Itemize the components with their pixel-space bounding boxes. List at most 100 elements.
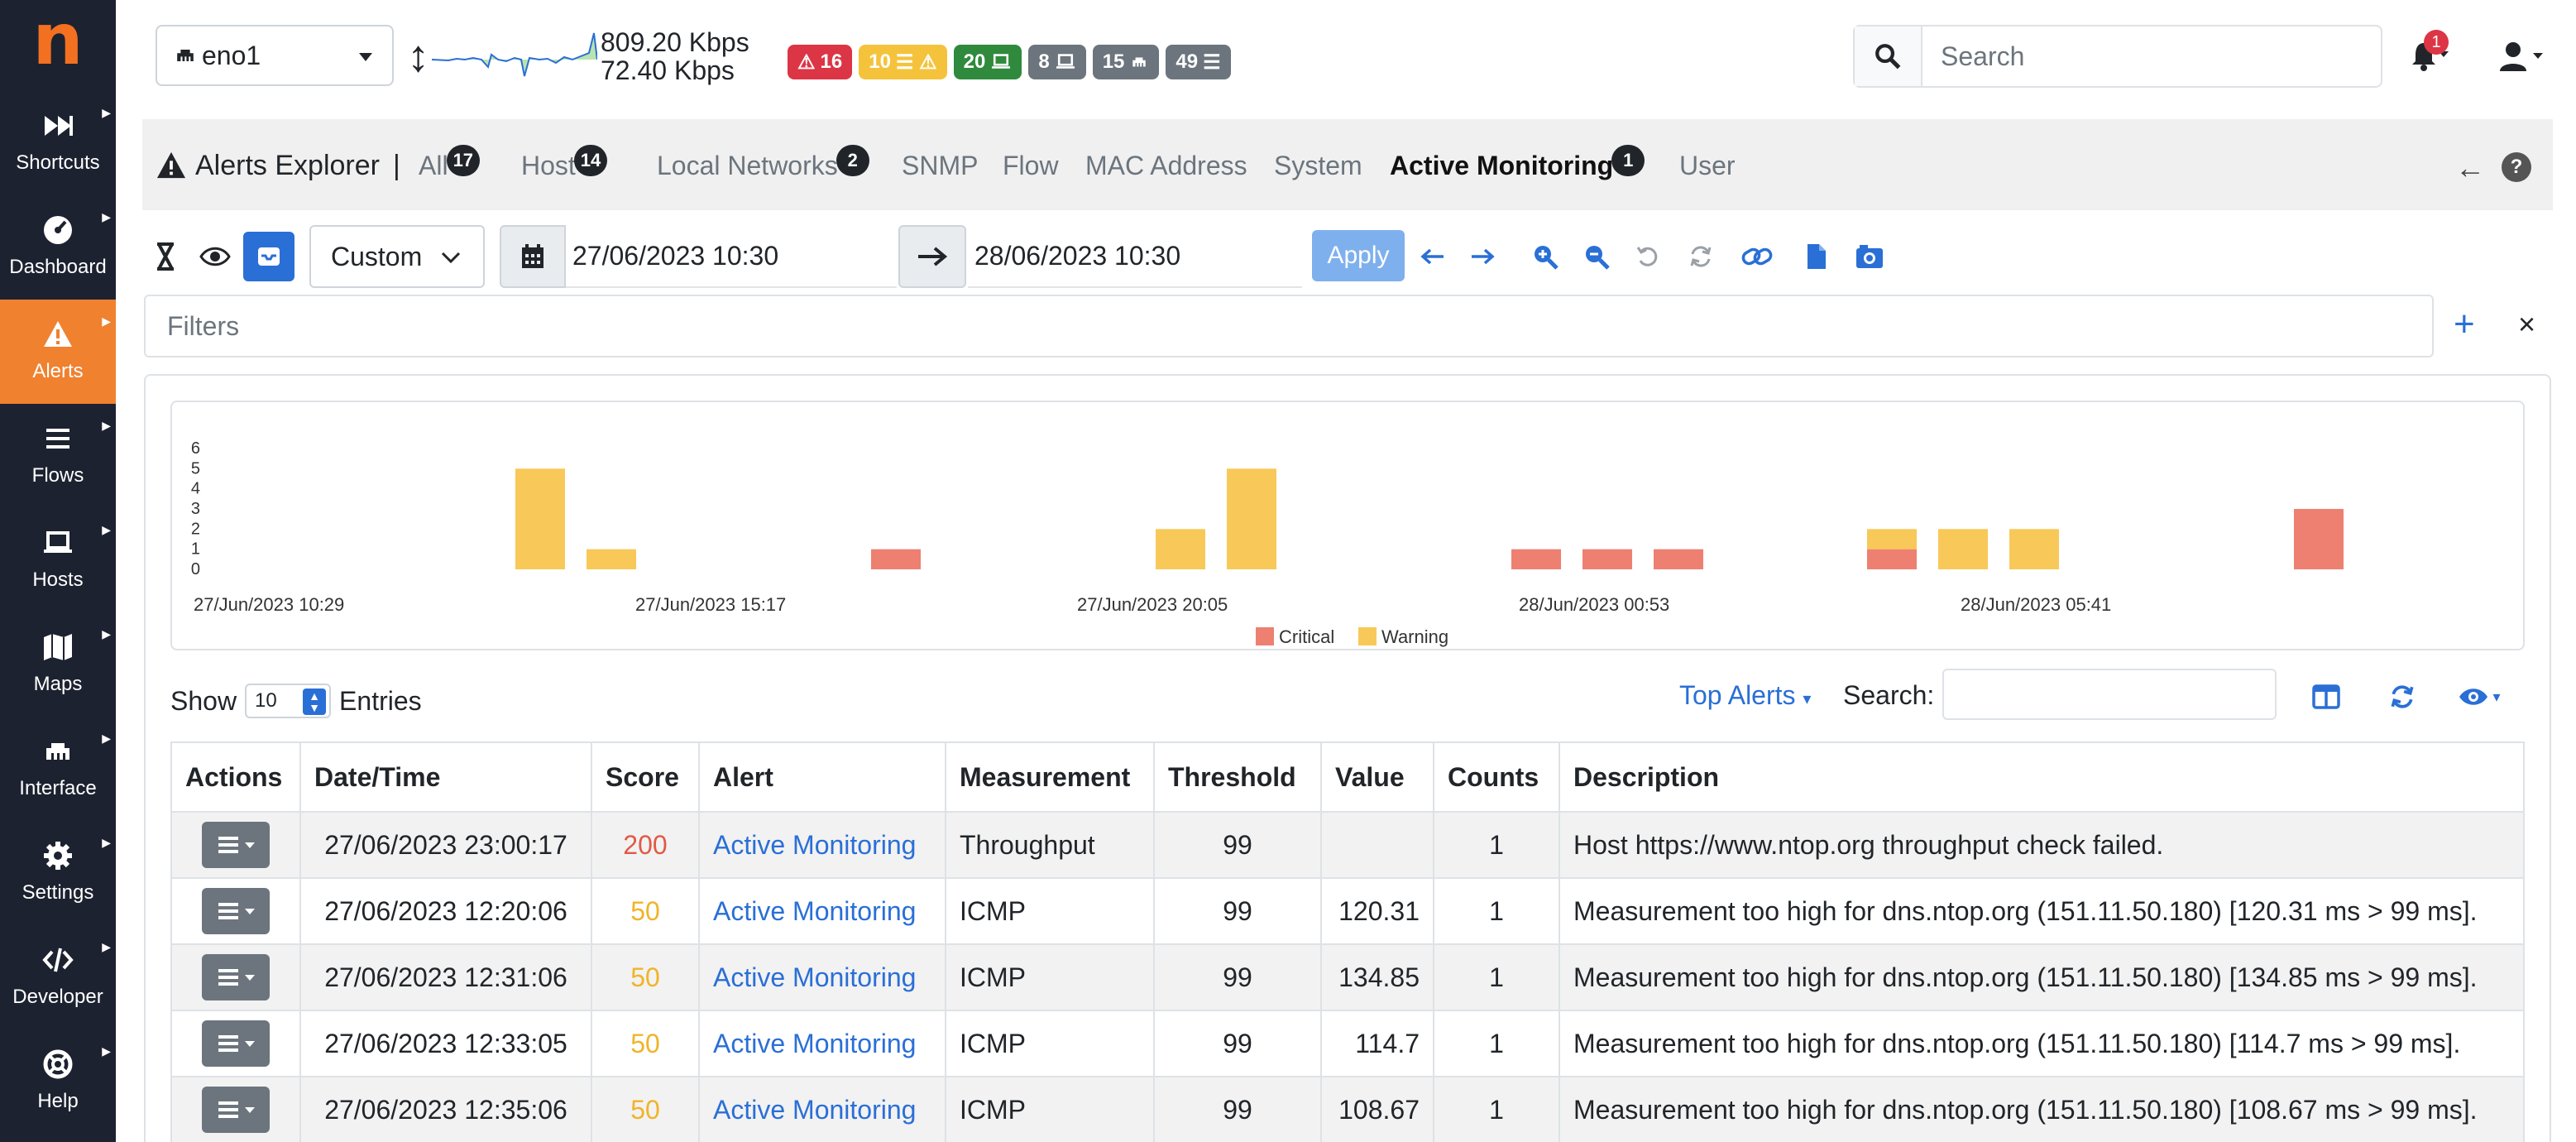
column-header-threshold[interactable]: Threshold — [1153, 741, 1322, 813]
user-menu[interactable] — [2498, 40, 2556, 76]
sidebar-item-interface[interactable]: Interface ▶ — [0, 717, 116, 821]
legend-label: Critical — [1279, 626, 1334, 647]
measurement-cell: ICMP — [945, 1076, 1155, 1142]
chart-bar — [2294, 509, 2344, 569]
caret-right-icon: ▶ — [102, 210, 111, 223]
row-actions-button[interactable] — [202, 1020, 270, 1067]
visibility-dropdown[interactable]: ▾ — [2450, 680, 2508, 713]
alerts-badge[interactable]: ⚠ 16 — [788, 45, 853, 79]
search-input[interactable] — [1924, 26, 2379, 86]
refresh-icon[interactable] — [2384, 680, 2420, 713]
alert-link[interactable]: Active Monitoring — [713, 962, 916, 992]
remote-hosts-badge[interactable]: 8 — [1028, 45, 1086, 79]
document-icon[interactable] — [1798, 238, 1835, 275]
calendar-button[interactable] — [500, 225, 566, 288]
alert-link[interactable]: Active Monitoring — [713, 896, 916, 926]
arrow-left-icon[interactable] — [1415, 238, 1451, 275]
legend-swatch — [1256, 627, 1274, 645]
sidebar-item-flows[interactable]: Flows ▶ — [0, 404, 116, 508]
camera-icon[interactable] — [1851, 238, 1888, 275]
measurement-cell: ICMP — [945, 1010, 1155, 1077]
caret-right-icon: ▶ — [102, 940, 111, 953]
row-actions-button[interactable] — [202, 954, 270, 1000]
sidebar-item-developer[interactable]: Developer ▶ — [0, 925, 116, 1029]
sidebar-item-maps[interactable]: Maps ▶ — [0, 612, 116, 717]
datetime-cell: 27/06/2023 12:33:05 — [299, 1010, 592, 1077]
zoom-out-icon[interactable] — [1578, 238, 1615, 275]
sidebar-item-alerts[interactable]: Alerts ▶ — [0, 300, 116, 404]
eye-icon[interactable] — [197, 232, 233, 281]
tab-local-networks[interactable]: Local Networks 2 — [657, 145, 869, 185]
date-to-input[interactable]: 28/06/2023 10:30 — [968, 225, 1302, 288]
tab-user[interactable]: User — [1679, 146, 1736, 185]
sidebar-item-hosts[interactable]: Hosts ▶ — [0, 508, 116, 612]
undo-icon[interactable] — [1630, 238, 1666, 275]
interface-name: eno1 — [202, 40, 261, 70]
column-header-datetime[interactable]: Date/Time — [299, 741, 592, 813]
sidebar-item-dashboard[interactable]: Dashboard ▶ — [0, 195, 116, 300]
warnings-badge[interactable]: 10 ☰ ⚠ — [859, 45, 947, 79]
alert-link[interactable]: Active Monitoring — [713, 1029, 916, 1058]
columns-icon[interactable] — [2308, 680, 2344, 713]
column-header-counts[interactable]: Counts — [1433, 741, 1560, 813]
description-cell: Measurement too high for dns.ntop.org (1… — [1559, 1076, 2525, 1142]
column-header-value[interactable]: Value — [1320, 741, 1434, 813]
row-actions-button[interactable] — [202, 822, 270, 868]
time-preset-select[interactable]: Custom — [309, 225, 485, 288]
ntopng-logo[interactable]: n — [0, 0, 116, 91]
tab-host[interactable]: Host 14 — [521, 145, 608, 185]
tab-all[interactable]: All 17 — [419, 145, 481, 185]
close-icon[interactable]: × — [2518, 308, 2535, 341]
date-from-input[interactable]: 27/06/2023 10:30 — [566, 225, 897, 288]
refresh-icon[interactable] — [1683, 238, 1719, 275]
alert-link[interactable]: Active Monitoring — [713, 830, 916, 860]
column-header-score[interactable]: Score — [591, 741, 700, 813]
help-icon[interactable]: ? — [2502, 152, 2531, 182]
sidebar-item-help[interactable]: Help ▶ — [0, 1029, 116, 1134]
devices-badge[interactable]: 15 — [1092, 45, 1160, 79]
search-icon[interactable] — [1855, 26, 1922, 86]
row-actions-button[interactable] — [202, 1087, 270, 1133]
sidebar-item-settings[interactable]: Settings ▶ — [0, 821, 116, 925]
x-tick-label: 27/Jun/2023 20:05 — [1077, 594, 1228, 615]
interface-select[interactable]: eno1 — [156, 25, 394, 86]
ethernet-icon — [1132, 57, 1147, 67]
column-header-measurement[interactable]: Measurement — [945, 741, 1155, 813]
apply-button[interactable]: Apply — [1312, 230, 1405, 281]
filters-input[interactable]: Filters — [144, 295, 2434, 357]
caret-right-icon: ▶ — [102, 732, 111, 745]
column-header-alert[interactable]: Alert — [698, 741, 946, 813]
measurement-cell: Throughput — [945, 811, 1155, 879]
zoom-in-icon[interactable] — [1527, 238, 1563, 275]
tab-count: 1 — [1611, 145, 1645, 176]
tab-count: 14 — [573, 145, 608, 176]
link-icon[interactable] — [1739, 238, 1775, 275]
back-arrow-icon[interactable]: ← — [2455, 151, 2485, 185]
local-hosts-badge[interactable]: 20 — [953, 45, 1022, 79]
flows-badge[interactable]: 49 ☰ — [1166, 45, 1231, 79]
rate-download: 72.40 Kbps — [601, 55, 735, 85]
spinner-icon: ▲ ▼ — [303, 689, 327, 715]
tab-active-monitoring[interactable]: Active Monitoring 1 — [1390, 145, 1645, 185]
add-filter-icon[interactable]: + — [2454, 306, 2475, 343]
tab-mac-address[interactable]: MAC Address — [1085, 146, 1247, 185]
table-search-input[interactable] — [1942, 669, 2277, 720]
hourglass-icon[interactable] — [152, 232, 179, 281]
tab-system[interactable]: System — [1274, 146, 1362, 185]
alert-link[interactable]: Active Monitoring — [713, 1095, 916, 1125]
column-header-actions[interactable]: Actions — [170, 741, 301, 813]
page-size-select[interactable]: 10 ▲ ▼ — [245, 684, 332, 718]
inbox-toggle-button[interactable] — [243, 232, 294, 281]
sidebar-item-shortcuts[interactable]: Shortcuts ▶ — [0, 91, 116, 195]
tab-snmp[interactable]: SNMP — [902, 146, 978, 185]
counts-cell: 1 — [1433, 943, 1560, 1011]
counts-cell: 1 — [1433, 1076, 1560, 1142]
column-header-description[interactable]: Description — [1559, 741, 2525, 813]
row-actions-button[interactable] — [202, 888, 270, 934]
top-alerts-dropdown[interactable]: Top Alerts ▾ — [1679, 680, 1811, 711]
list-icon — [218, 903, 238, 919]
arrow-right-icon[interactable] — [1464, 238, 1501, 275]
notifications-button[interactable]: 1 — [2409, 30, 2450, 76]
alerts-tabbar: Alerts Explorer | All 17 Host 14 Local Net… — [142, 119, 2553, 210]
tab-flow[interactable]: Flow — [1003, 146, 1059, 185]
